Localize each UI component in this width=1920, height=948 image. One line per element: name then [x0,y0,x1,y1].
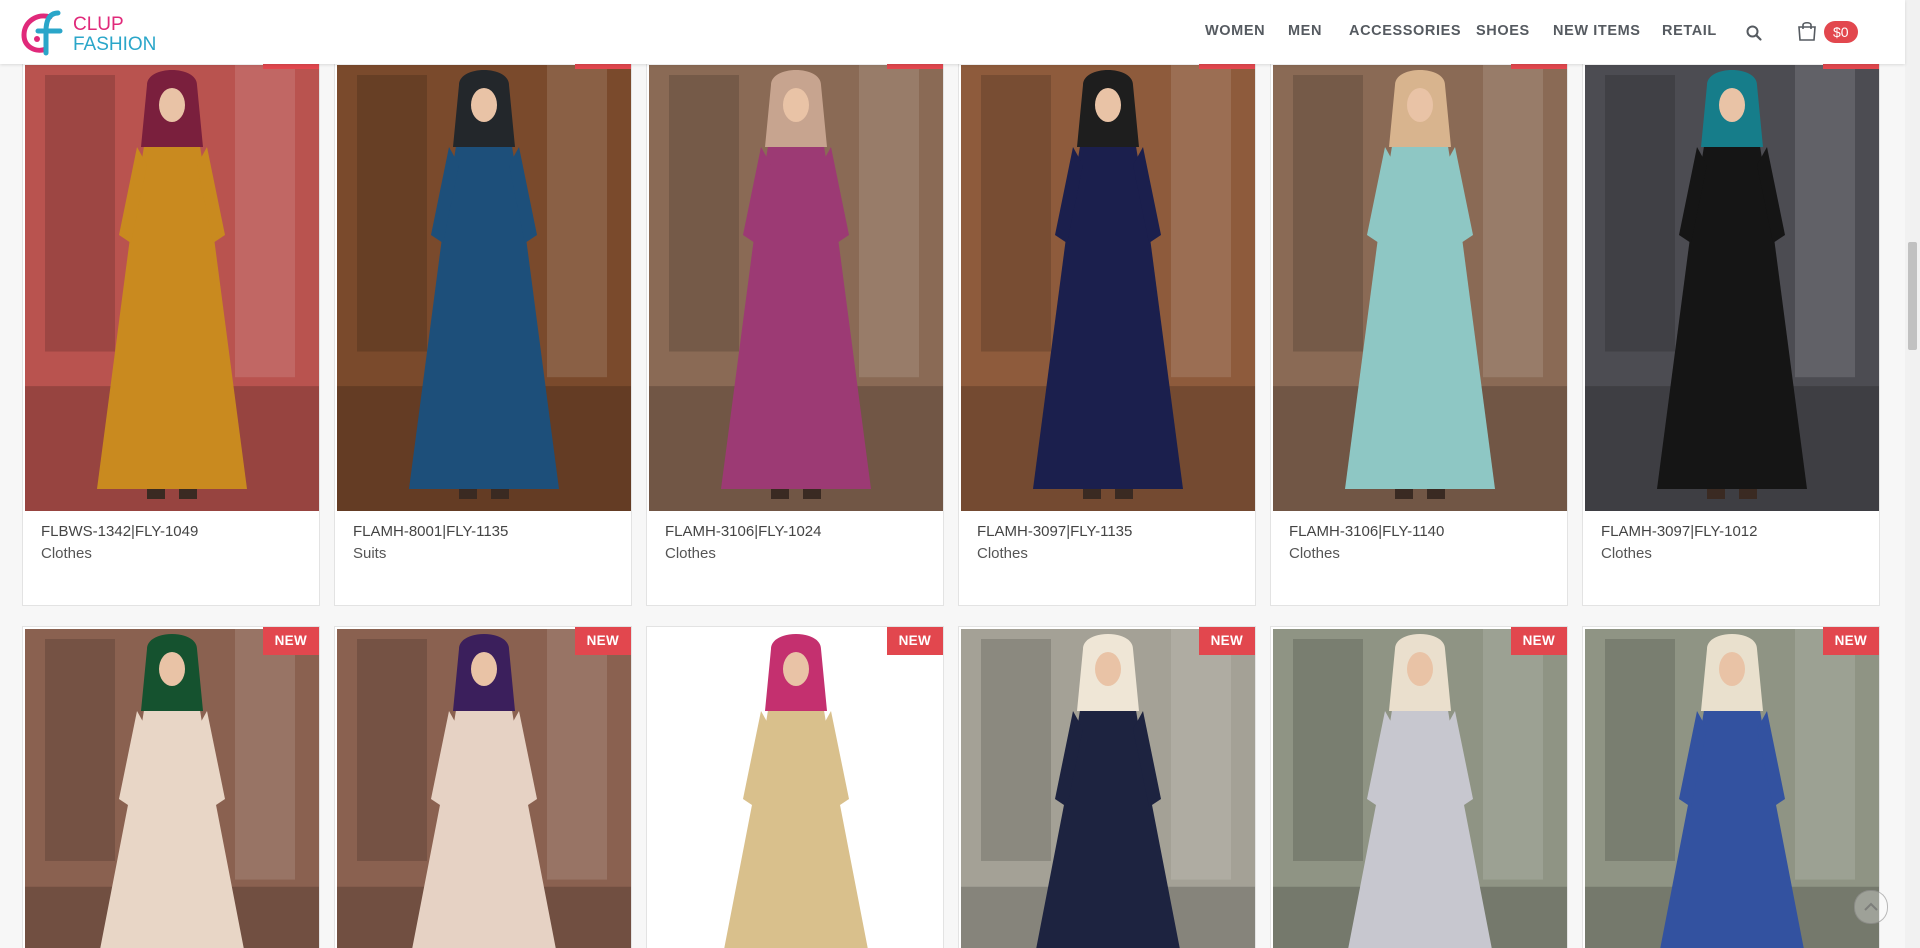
product-sku[interactable]: FLAMH-3106|FLY-1024 [665,523,821,540]
product-card[interactable]: NEW [1582,626,1880,948]
product-photo [337,629,631,948]
cart-total-badge: $0 [1824,21,1858,43]
product-card[interactable]: NEWFLAMH-8001|FLY-1135Suits [334,40,632,606]
product-sku[interactable]: FLAMH-3097|FLY-1012 [1601,523,1757,540]
new-badge: NEW [1198,627,1255,655]
shopping-bag-icon [1798,21,1816,41]
new-badge: NEW [262,627,319,655]
nav-shoes[interactable]: SHOES [1476,23,1530,39]
nav-women[interactable]: WOMEN [1205,23,1265,39]
product-sku[interactable]: FLAMH-3097|FLY-1135 [977,523,1132,540]
product-photo [1585,65,1879,511]
page-scrollbar[interactable] [1905,0,1920,948]
product-card[interactable]: NEWFLAMH-3106|FLY-1024Clothes [646,40,944,606]
product-sku[interactable]: FLAMH-8001|FLY-1135 [353,523,508,540]
nav-men[interactable]: MEN [1288,23,1322,39]
product-photo [961,65,1255,511]
product-image[interactable] [25,65,319,511]
product-image[interactable] [337,65,631,511]
product-photo [337,65,631,511]
product-image[interactable] [649,629,943,948]
nav-new-items[interactable]: NEW ITEMS [1553,23,1641,39]
product-image[interactable] [337,629,631,948]
product-image[interactable] [961,65,1255,511]
product-image[interactable] [1273,65,1567,511]
product-photo [1585,629,1879,948]
product-sku[interactable]: FLBWS-1342|FLY-1049 [41,523,198,540]
product-category[interactable]: Clothes [977,545,1028,562]
product-category[interactable]: Suits [353,545,386,562]
product-image[interactable] [1273,629,1567,948]
product-category[interactable]: Clothes [665,545,716,562]
product-image[interactable] [1585,629,1879,948]
product-photo [25,629,319,948]
product-card[interactable]: NEW [958,626,1256,948]
product-card[interactable]: NEWFLBWS-1342|FLY-1049Clothes [22,40,320,606]
nav-accessories[interactable]: ACCESSORIES [1349,23,1461,39]
scroll-thumb[interactable] [1908,242,1917,350]
chevron-up-icon [1864,902,1878,911]
product-photo [649,65,943,511]
new-badge: NEW [1822,627,1879,655]
product-photo [1273,65,1567,511]
product-card[interactable]: NEW [646,626,944,948]
product-photo [961,629,1255,948]
product-card[interactable]: NEW [1270,626,1568,948]
product-category[interactable]: Clothes [41,545,92,562]
product-sku[interactable]: FLAMH-3106|FLY-1140 [1289,523,1444,540]
product-photo [649,629,943,948]
product-image[interactable] [961,629,1255,948]
product-card[interactable]: NEWFLAMH-3097|FLY-1012Clothes [1582,40,1880,606]
main-nav: WOMEN MEN ACCESSORIES SHOES NEW ITEMS RE… [0,0,1905,64]
back-to-top-button[interactable] [1854,890,1888,924]
search-icon[interactable] [1745,24,1763,42]
site-header: CLUP FASHION WOMEN MEN ACCESSORIES SHOES… [0,0,1905,64]
new-badge: NEW [1510,627,1567,655]
product-card[interactable]: NEWFLAMH-3106|FLY-1140Clothes [1270,40,1568,606]
product-category[interactable]: Clothes [1289,545,1340,562]
nav-retail[interactable]: RETAIL [1662,23,1717,39]
product-card[interactable]: NEW [334,626,632,948]
product-card[interactable]: NEWFLAMH-3097|FLY-1135Clothes [958,40,1256,606]
new-badge: NEW [886,627,943,655]
product-image[interactable] [25,629,319,948]
product-photo [25,65,319,511]
product-image[interactable] [649,65,943,511]
product-card[interactable]: NEW [22,626,320,948]
product-category[interactable]: Clothes [1601,545,1652,562]
product-photo [1273,629,1567,948]
product-grid: NEW FLBWS-1342|FLY-1049 Clothes NEW FLAMH-80… [0,0,1905,948]
product-image[interactable] [1585,65,1879,511]
new-badge: NEW [574,627,631,655]
